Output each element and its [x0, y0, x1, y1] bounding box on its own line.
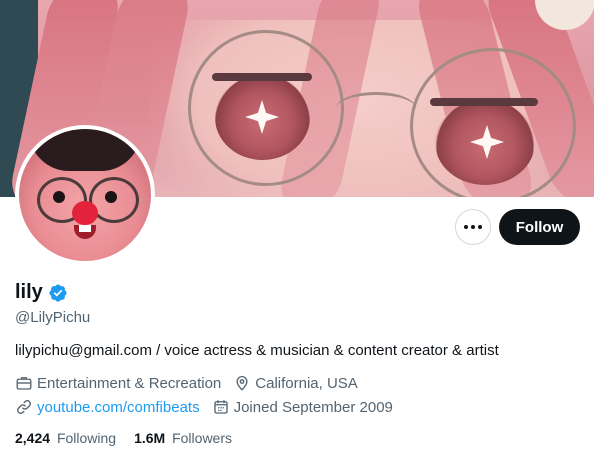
avatar-image	[19, 129, 151, 261]
profile-joined: Joined September 2009	[212, 398, 393, 416]
avatar-eye	[105, 191, 117, 203]
profile-category-label: Entertainment & Recreation	[37, 374, 222, 392]
briefcase-icon	[16, 377, 32, 390]
profile-handle: @LilyPichu	[15, 309, 91, 326]
location-pin-icon	[236, 376, 248, 391]
profile-joined-label: Joined September 2009	[233, 398, 393, 416]
more-options-button[interactable]	[455, 209, 491, 245]
profile-location-label: California, USA	[255, 374, 358, 392]
display-name: lily	[15, 281, 43, 303]
followers-label: Followers	[172, 430, 232, 446]
profile-category: Entertainment & Recreation	[15, 374, 221, 392]
profile-stats: 2,424 Following 1.6M Followers	[15, 430, 250, 446]
following-count: 2,424	[15, 430, 51, 446]
more-options-icon	[464, 225, 482, 229]
profile-meta-row: youtube.com/comfibeats Joined September …	[15, 398, 405, 416]
avatar-hair	[29, 129, 141, 171]
profile-meta-row: Entertainment & Recreation California, U…	[15, 374, 370, 392]
avatar-eye	[53, 191, 65, 203]
profile-website[interactable]: youtube.com/comfibeats	[15, 398, 200, 416]
profile-bio: lilypichu@gmail.com / voice actress & mu…	[15, 342, 499, 359]
follow-button[interactable]: Follow	[499, 209, 580, 245]
link-icon	[17, 400, 31, 414]
verified-badge-icon[interactable]	[48, 283, 68, 303]
avatar-nose	[72, 201, 98, 225]
avatar[interactable]	[15, 125, 155, 265]
banner-glasses-lens	[410, 48, 576, 197]
profile-name-row: lily	[15, 281, 68, 304]
banner-glasses-bridge	[336, 92, 416, 125]
banner-glasses-lens	[188, 30, 344, 186]
profile-location: California, USA	[233, 374, 358, 392]
avatar-teeth	[79, 225, 91, 232]
followers-count: 1.6M	[134, 430, 166, 446]
followers-link[interactable]: 1.6M Followers	[134, 430, 232, 446]
following-link[interactable]: 2,424 Following	[15, 430, 116, 446]
following-label: Following	[56, 430, 117, 446]
website-link[interactable]: youtube.com/comfibeats	[37, 399, 200, 416]
calendar-icon	[213, 400, 228, 414]
